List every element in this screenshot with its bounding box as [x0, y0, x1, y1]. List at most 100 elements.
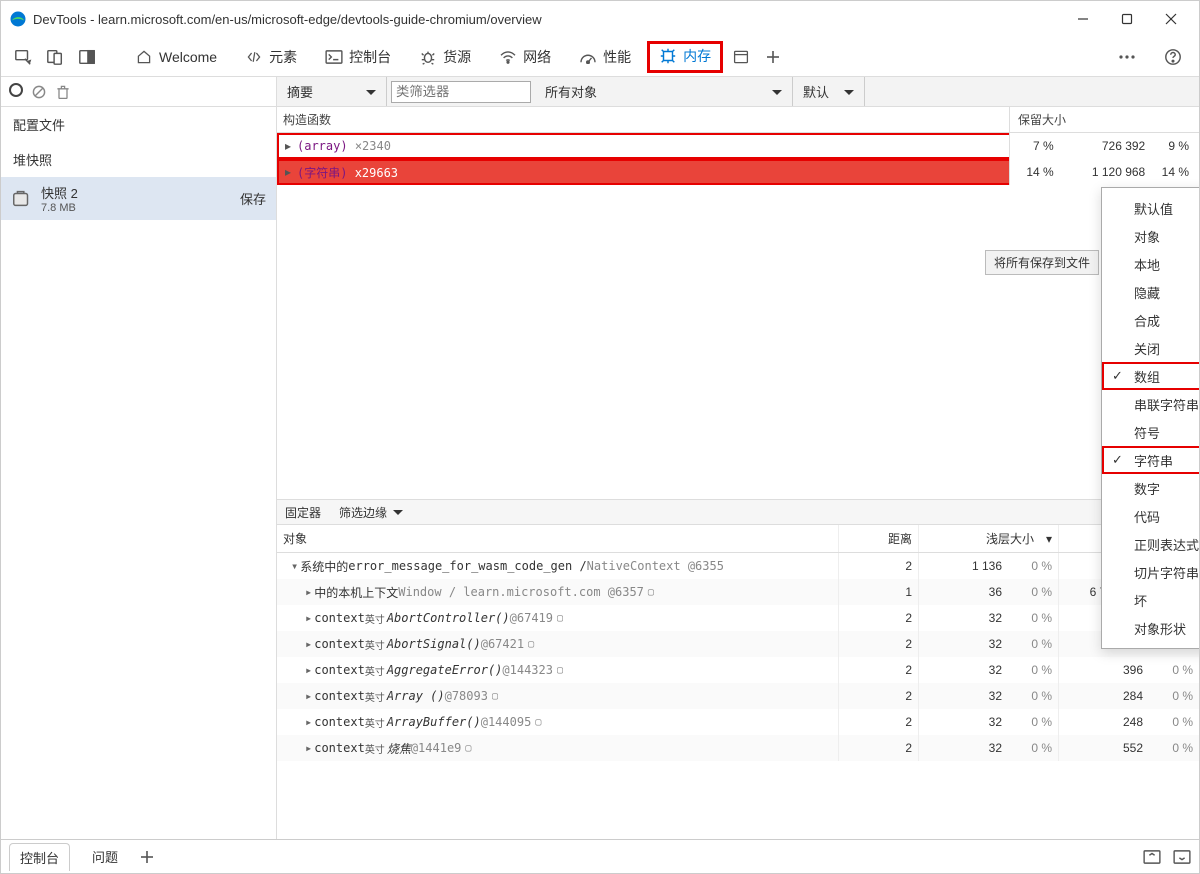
- drawer-console-tab[interactable]: 控制台: [9, 843, 70, 871]
- menu-item[interactable]: 符号: [1102, 418, 1199, 446]
- save-all-tooltip: 将所有保存到文件: [985, 250, 1099, 275]
- drawer-add-button[interactable]: [140, 850, 154, 864]
- expand-icon: ▸: [283, 139, 293, 153]
- gauge-icon: [579, 48, 597, 66]
- menu-item[interactable]: 隐藏: [1102, 278, 1199, 306]
- default-filter-select[interactable]: 默认: [793, 77, 865, 106]
- objects-select[interactable]: 所有对象: [535, 77, 793, 106]
- elements-icon: [245, 48, 263, 66]
- snapshot-name: 快照 2: [41, 183, 240, 202]
- window-titlebar: DevTools - learn.microsoft.com/en-us/mic…: [1, 1, 1199, 37]
- inspect-button[interactable]: [9, 43, 37, 71]
- check-icon: ✓: [1112, 452, 1123, 468]
- tab-sources[interactable]: 货源: [407, 41, 483, 73]
- help-button[interactable]: [1159, 43, 1187, 71]
- menu-item[interactable]: 坏: [1102, 586, 1199, 614]
- retainers-table: 对象 距离 浅层大小▾ 保留大小▾ ▾ 系统中的 error_message_f…: [277, 525, 1199, 839]
- console-icon: [325, 48, 343, 66]
- record-icon[interactable]: [9, 83, 23, 100]
- snapshot-item[interactable]: 快照 2 7.8 MB 保存: [1, 177, 276, 220]
- expand-icon: ▸: [305, 715, 312, 729]
- tab-network[interactable]: 网络: [487, 41, 563, 73]
- expand-icon: ▸: [305, 741, 312, 755]
- square-icon: ▢: [535, 717, 541, 728]
- menu-item[interactable]: 本地: [1102, 250, 1199, 278]
- summary-select[interactable]: 摘要: [277, 77, 387, 106]
- expand-icon: ▸: [305, 663, 312, 677]
- expand-icon: ▸: [305, 689, 312, 703]
- menu-item[interactable]: ✓字符串: [1102, 446, 1199, 474]
- drawer-expand-icon[interactable]: [1143, 850, 1161, 864]
- chevron-down-icon: [844, 90, 854, 100]
- menu-item[interactable]: 合成: [1102, 306, 1199, 334]
- expand-icon: ▸: [305, 637, 312, 651]
- tab-memory[interactable]: 内存: [647, 41, 723, 73]
- menu-item[interactable]: 串联字符串: [1102, 390, 1199, 418]
- delete-icon[interactable]: [55, 84, 71, 100]
- object-filter-menu[interactable]: 默认值对象本地隐藏合成关闭✓数组串联字符串符号✓字符串数字代码正则表达式切片字符…: [1101, 187, 1199, 649]
- retainer-row[interactable]: ▸ context 英寸AbortController() @67419▢ 2 …: [277, 605, 1199, 631]
- chevron-down-icon: [393, 510, 403, 520]
- square-icon: ▢: [557, 665, 563, 676]
- snapshot-icon: [11, 188, 33, 210]
- tab-elements[interactable]: 元素: [233, 41, 309, 73]
- chevron-down-icon: [772, 90, 782, 100]
- menu-item[interactable]: 切片字符串: [1102, 558, 1199, 586]
- retainer-row[interactable]: ▾ 系统中的 error_message_for_wasm_code_gen /…: [277, 553, 1199, 579]
- menu-item[interactable]: 默认值: [1102, 194, 1199, 222]
- bug-icon: [419, 48, 437, 66]
- dock-button[interactable]: [73, 43, 101, 71]
- expand-icon: ▾: [291, 559, 298, 573]
- menu-item[interactable]: 关闭: [1102, 334, 1199, 362]
- expand-icon: ▸: [283, 165, 293, 179]
- square-icon: ▢: [648, 587, 654, 598]
- retained-cell: 14 %1 120 96814 %: [1010, 159, 1199, 185]
- retainer-row[interactable]: ▸ context 英寸AbortSignal() @67421▢ 2 320 …: [277, 631, 1199, 657]
- home-icon: [135, 48, 153, 66]
- menu-item[interactable]: 对象形状: [1102, 614, 1199, 642]
- menu-item[interactable]: 正则表达式: [1102, 530, 1199, 558]
- retainers-label: 固定器: [285, 504, 321, 521]
- window-title: DevTools - learn.microsoft.com/en-us/mic…: [33, 12, 1063, 27]
- wifi-icon: [499, 48, 517, 66]
- retainer-row[interactable]: ▸ context 英寸烧焦 @1441e9▢ 2 320 % 5520 %: [277, 735, 1199, 761]
- check-icon: ✓: [1112, 368, 1123, 384]
- square-icon: ▢: [528, 639, 534, 650]
- retainer-row[interactable]: ▸ context 英寸AggregateError() @144323▢ 2 …: [277, 657, 1199, 683]
- drawer-issues-tab[interactable]: 问题: [82, 843, 128, 870]
- retainer-row[interactable]: ▸ context 英寸Array () @78093▢ 2 320 % 284…: [277, 683, 1199, 709]
- drawer-collapse-icon[interactable]: [1173, 850, 1191, 864]
- filter-edges-select[interactable]: 筛选边缘: [339, 504, 403, 521]
- device-toggle-button[interactable]: [41, 43, 69, 71]
- window-minimize-button[interactable]: [1063, 5, 1103, 33]
- retainer-row[interactable]: ▸ 中的本机上下文 Window / learn.microsoft.com @…: [277, 579, 1199, 605]
- devtools-drawer: 控制台 问题: [1, 839, 1199, 873]
- tab-welcome[interactable]: Welcome: [123, 41, 229, 73]
- class-filter-input[interactable]: [391, 81, 531, 103]
- retainer-row[interactable]: ▸ context 英寸ArrayBuffer() @144095▢ 2 320…: [277, 709, 1199, 735]
- square-icon: ▢: [465, 743, 471, 754]
- sort-down-icon: ▾: [1046, 532, 1052, 546]
- retainers-header: 对象 距离 浅层大小▾ 保留大小▾: [277, 525, 1199, 553]
- retainers-bar: 固定器 筛选边缘: [277, 499, 1199, 525]
- left-toolbar: [1, 77, 276, 107]
- menu-item[interactable]: 数字: [1102, 474, 1199, 502]
- more-button[interactable]: [1113, 43, 1141, 71]
- add-tab-button[interactable]: [759, 43, 787, 71]
- menu-item[interactable]: 代码: [1102, 502, 1199, 530]
- window-maximize-button[interactable]: [1107, 5, 1147, 33]
- tab-app-button[interactable]: [727, 43, 755, 71]
- memory-left-pane: 配置文件 堆快照 快照 2 7.8 MB 保存: [1, 77, 277, 839]
- window-close-button[interactable]: [1151, 5, 1191, 33]
- tab-performance[interactable]: 性能: [567, 41, 643, 73]
- clear-icon[interactable]: [31, 84, 47, 100]
- expand-icon: ▸: [305, 585, 312, 599]
- square-icon: ▢: [557, 613, 563, 624]
- square-icon: ▢: [492, 691, 498, 702]
- snapshot-save-button[interactable]: 保存: [240, 189, 266, 208]
- profiles-heading: 配置文件: [1, 107, 276, 142]
- menu-item[interactable]: ✓数组: [1102, 362, 1199, 390]
- tab-console[interactable]: 控制台: [313, 41, 403, 73]
- memory-filter-bar: 摘要 所有对象 默认: [277, 77, 1199, 107]
- menu-item[interactable]: 对象: [1102, 222, 1199, 250]
